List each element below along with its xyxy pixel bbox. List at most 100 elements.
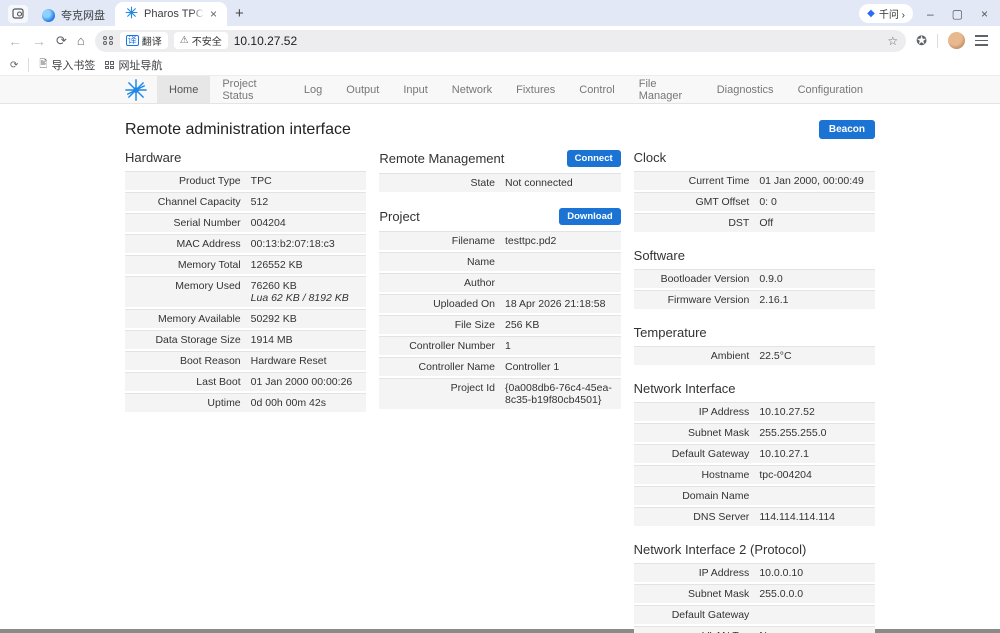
home-icon[interactable]: ⌂ <box>77 33 85 48</box>
minimize-button[interactable]: – <box>927 7 934 21</box>
section-title: Project <box>379 209 419 224</box>
row-value: Hardware Reset <box>246 352 367 370</box>
reload-icon[interactable]: ⟳ <box>56 33 67 49</box>
maximize-button[interactable]: ▢ <box>952 7 963 21</box>
table-row: File Size 256 KB <box>379 315 620 334</box>
table-row: Serial Number 004204 <box>125 213 366 232</box>
row-value: 01 Jan 2000, 00:00:49 <box>754 172 875 190</box>
table-row: Default Gateway <box>634 605 875 624</box>
row-value: tpc-004204 <box>754 466 875 484</box>
row-label: DNS Server <box>634 508 755 526</box>
tab-quark[interactable]: 夸克网盘 <box>32 4 115 26</box>
close-button[interactable]: × <box>981 7 988 21</box>
table-row: VLAN Tag None <box>634 626 875 633</box>
table-row: DST Off <box>634 213 875 232</box>
row-label: Firmware Version <box>634 291 755 309</box>
sidebar-toggle-icon[interactable]: ⟳ <box>10 60 18 71</box>
row-value: 004204 <box>246 214 367 232</box>
extensions-icon[interactable]: ✪ <box>916 33 927 49</box>
table-row: Last Boot 01 Jan 2000 00:00:26 <box>125 372 366 391</box>
row-value: 114.114.114.114 <box>754 508 875 526</box>
tab-close-icon[interactable]: × <box>210 8 217 20</box>
section-title: Network Interface 2 (Protocol) <box>634 542 807 557</box>
table-row: State Not connected <box>379 173 620 192</box>
section-title: Network Interface <box>634 381 736 396</box>
address-bar[interactable]: 译 翻译 ⚠ 不安全 10.10.27.52 ☆ <box>95 30 906 52</box>
row-label: Subnet Mask <box>634 585 755 603</box>
back-icon[interactable]: ← <box>8 33 22 49</box>
qianwen-assistant-badge[interactable]: ◆ 千问 › <box>859 4 913 23</box>
section-temperature: Temperature Ambient 22.5°C <box>634 322 875 365</box>
row-value <box>500 253 621 271</box>
tab-label: 夸克网盘 <box>61 7 105 23</box>
table-row: Controller Name Controller 1 <box>379 357 620 376</box>
nav-tab[interactable]: Home <box>157 76 210 103</box>
row-value: 00:13:b2:07:18:c3 <box>246 235 367 253</box>
row-value: {0a008db6-76c4-45ea-8c35-b19f80cb4501} <box>500 379 621 409</box>
table-row: Hostname tpc-004204 <box>634 465 875 484</box>
translate-chip[interactable]: 译 翻译 <box>120 32 168 49</box>
row-label: Data Storage Size <box>125 331 246 349</box>
row-label: Bootloader Version <box>634 270 755 288</box>
beacon-button[interactable]: Beacon <box>819 120 875 139</box>
tab-pharos[interactable]: Pharos TPC 0042 × <box>115 2 227 26</box>
row-label: IP Address <box>634 564 755 582</box>
table-row: MAC Address 00:13:b2:07:18:c3 <box>125 234 366 253</box>
row-label: Current Time <box>634 172 755 190</box>
apps-grid-icon[interactable] <box>103 36 114 45</box>
row-label: Filename <box>379 232 500 250</box>
table-row: Subnet Mask 255.255.255.0 <box>634 423 875 442</box>
divider <box>937 34 938 48</box>
browser-toolbar: ← → ⟳ ⌂ 译 翻译 ⚠ 不安全 10.10.27.52 ☆ ✪ <box>0 26 1000 55</box>
row-label: Serial Number <box>125 214 246 232</box>
section-remote-management: Remote Management Connect State Not conn… <box>379 147 620 192</box>
nav-tab[interactable]: Output <box>334 76 391 103</box>
grid-icon <box>105 61 114 69</box>
url-input[interactable]: 10.10.27.52 <box>234 34 882 48</box>
forward-icon[interactable]: → <box>32 33 46 49</box>
nav-tab[interactable]: Configuration <box>786 76 875 103</box>
section-title: Software <box>634 248 685 263</box>
row-value <box>754 606 875 624</box>
tab-search-icon[interactable] <box>8 5 28 23</box>
app-nav: Home Project Status Log Output <box>0 76 1000 104</box>
table-row: Default Gateway 10.10.27.1 <box>634 444 875 463</box>
row-value: 126552 KB <box>246 256 367 274</box>
profile-avatar[interactable] <box>948 32 965 49</box>
nav-tab[interactable]: Input <box>391 76 439 103</box>
security-chip[interactable]: ⚠ 不安全 <box>174 32 228 49</box>
table-row: Uptime 0d 00h 00m 42s <box>125 393 366 412</box>
table-row: Domain Name <box>634 486 875 505</box>
bookmark-import[interactable]: 🖹 导入书签 <box>39 57 95 74</box>
table-row: Project Id {0a008db6-76c4-45ea-8c35-b19f… <box>379 378 620 409</box>
row-value: 01 Jan 2000 00:00:26 <box>246 373 367 391</box>
row-value: Off <box>754 214 875 232</box>
bookmark-star-icon[interactable]: ☆ <box>887 34 898 48</box>
browser-window: 夸克网盘 Pharos TPC 0042 × + ◆ 千问 › – ▢ × ← … <box>0 0 1000 633</box>
table-row: Current Time 01 Jan 2000, 00:00:49 <box>634 171 875 190</box>
nav-tab[interactable]: Fixtures <box>504 76 567 103</box>
nav-tab[interactable]: Project Status <box>210 76 292 103</box>
warning-icon: ⚠ <box>180 35 189 46</box>
table-row: IP Address 10.10.27.52 <box>634 402 875 421</box>
table-row: Author <box>379 273 620 292</box>
browser-menu-icon[interactable] <box>975 35 988 46</box>
divider <box>28 58 29 72</box>
section-network-interface-2: Network Interface 2 (Protocol) IP Addres… <box>634 539 875 633</box>
new-tab-button[interactable]: + <box>235 5 244 22</box>
nav-tab[interactable]: Network <box>440 76 504 103</box>
row-label: GMT Offset <box>634 193 755 211</box>
connect-button[interactable]: Connect <box>567 150 621 167</box>
nav-tab[interactable]: File Manager <box>627 76 705 103</box>
section-title: Hardware <box>125 150 181 165</box>
row-label: MAC Address <box>125 235 246 253</box>
table-row: Name <box>379 252 620 271</box>
section-network-interface: Network Interface IP Address 10.10.27.52… <box>634 378 875 526</box>
section-hardware: Hardware Product Type TPC <box>125 147 366 412</box>
nav-tab[interactable]: Diagnostics <box>705 76 786 103</box>
row-value: 256 KB <box>500 316 621 334</box>
bookmark-sites-nav[interactable]: 网址导航 <box>105 57 162 73</box>
nav-tab[interactable]: Control <box>567 76 626 103</box>
download-button[interactable]: Download <box>559 208 620 225</box>
nav-tab[interactable]: Log <box>292 76 334 103</box>
